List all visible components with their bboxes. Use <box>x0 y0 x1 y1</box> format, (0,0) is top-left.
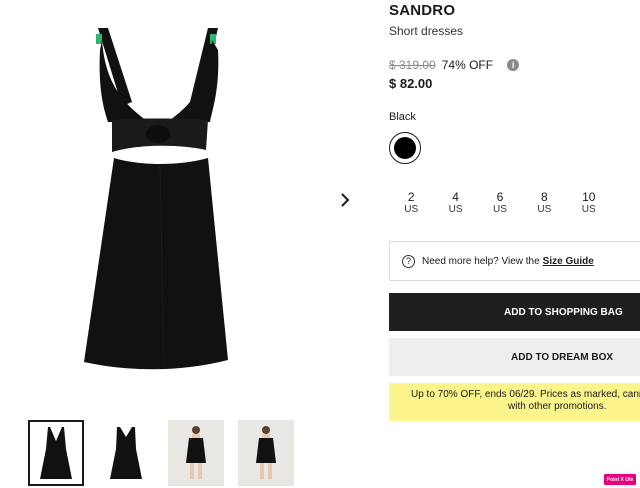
size-number: 10 <box>582 190 596 204</box>
size-guide-link[interactable]: Size Guide <box>543 256 594 267</box>
size-unit: US <box>404 204 419 215</box>
size-option[interactable]: 10 US <box>567 191 611 216</box>
thumbnail-model-front[interactable] <box>168 420 224 486</box>
final-price: $ 82.00 <box>389 76 433 91</box>
next-arrow-icon <box>341 193 350 207</box>
size-option[interactable]: 2 US <box>389 191 433 216</box>
corner-badge[interactable]: Point X Ute <box>604 474 636 485</box>
add-to-shopping-bag-button[interactable]: ADD TO SHOPPING BAG <box>389 293 640 331</box>
color-label: Black <box>389 111 416 123</box>
thumbnail-back[interactable] <box>98 420 154 486</box>
color-swatch-black[interactable] <box>389 132 421 164</box>
main-product-image[interactable] <box>60 10 320 390</box>
price-row: $ 319.00 74% OFF i <box>389 58 520 72</box>
add-to-dream-box-button[interactable]: ADD TO DREAM BOX <box>389 338 640 376</box>
size-number: 8 <box>541 190 548 204</box>
swatch-fill <box>394 137 416 159</box>
size-selector: 2 US 4 US 6 US 8 US 10 US <box>389 191 611 216</box>
promo-line-2: with other promotions. <box>508 401 607 412</box>
promo-banner: Up to 70% OFF, ends 06/29. Prices as mar… <box>389 383 640 421</box>
promo-line-1: Up to 70% OFF, ends 06/29. Prices as mar… <box>411 389 640 400</box>
size-unit: US <box>581 204 596 215</box>
size-number: 2 <box>407 190 415 204</box>
thumbnail-front[interactable] <box>28 420 84 486</box>
size-unit: US <box>537 204 552 215</box>
size-option[interactable]: 4 US <box>433 191 477 216</box>
thumbnail-strip <box>28 420 294 486</box>
size-unit: US <box>493 204 507 215</box>
info-icon[interactable]: i <box>507 59 520 71</box>
thumbnail-model-back[interactable] <box>238 420 294 486</box>
help-icon: ? <box>402 254 415 268</box>
product-category: Short dresses <box>389 24 464 38</box>
original-price: $ 319.00 <box>389 58 436 72</box>
size-number: 4 <box>452 190 459 204</box>
size-number: 6 <box>496 190 504 204</box>
size-unit: US <box>448 204 463 215</box>
discount-label: 74% OFF <box>441 58 494 72</box>
help-text: Need more help? View the <box>422 255 540 267</box>
size-option[interactable]: 8 US <box>522 191 566 216</box>
next-image-button[interactable] <box>336 188 354 212</box>
size-option[interactable]: 6 US <box>478 191 522 216</box>
brand-name[interactable]: SANDRO <box>389 2 455 19</box>
size-help-box: ? Need more help? View the Size Guide <box>389 241 640 281</box>
